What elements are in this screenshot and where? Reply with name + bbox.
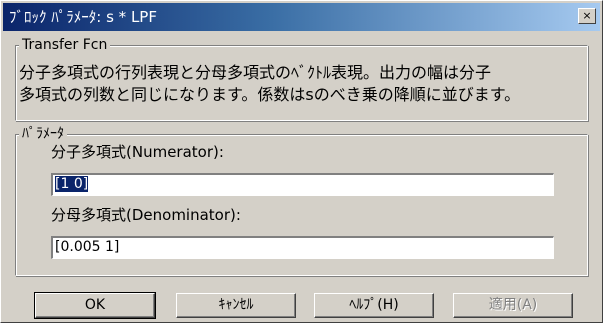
apply-button[interactable]: 適用(A) (453, 293, 573, 318)
numerator-input[interactable]: [1 0] (51, 173, 554, 196)
description-group (15, 45, 588, 121)
numerator-input-value: [1 0] (55, 176, 89, 192)
description-group-legend: Transfer Fcn (19, 37, 111, 53)
window-title: ﾌﾞﾛｯｸ ﾊﾟﾗﾒｰﾀ: s * LPF (9, 8, 157, 26)
denominator-label: 分母多項式(Denominator): (51, 206, 241, 224)
denominator-input-value: [0.005 1] (55, 239, 120, 255)
description-line-1: 分子多項式の行列表現と分母多項式のﾍﾞｸﾄﾙ表現。出力の幅は分子 (19, 63, 492, 82)
numerator-label: 分子多項式(Numerator): (51, 143, 224, 161)
ok-button[interactable]: OK (34, 292, 156, 319)
denominator-input[interactable]: [0.005 1] (51, 236, 554, 259)
cancel-button[interactable]: ｷｬﾝｾﾙ (176, 293, 296, 318)
close-icon: × (582, 9, 592, 22)
title-bar[interactable]: ﾌﾞﾛｯｸ ﾊﾟﾗﾒｰﾀ: s * LPF × (3, 3, 600, 31)
block-parameters-dialog: ﾌﾞﾛｯｸ ﾊﾟﾗﾒｰﾀ: s * LPF × Transfer Fcn 分子多… (0, 0, 603, 323)
description-line-2: 多項式の列数と同じになります。係数はsのべき乗の降順に並びます。 (19, 85, 521, 104)
help-button[interactable]: ﾍﾙﾌﾟ(H) (314, 293, 434, 318)
close-button[interactable]: × (578, 8, 596, 24)
parameters-group-legend: ﾊﾟﾗﾒｰﾀ (19, 126, 67, 142)
